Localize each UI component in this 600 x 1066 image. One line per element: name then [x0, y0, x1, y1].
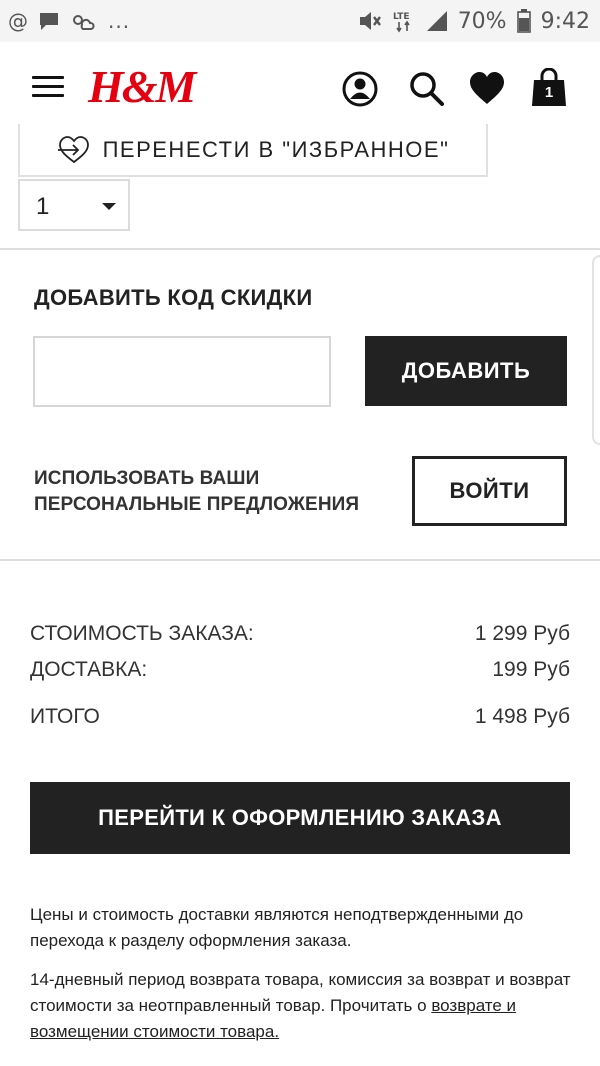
- delivery-value: 199 Руб: [492, 658, 570, 681]
- delivery-label: ДОСТАВКА:: [30, 658, 148, 681]
- account-icon[interactable]: [341, 70, 379, 108]
- status-right: LTE 70% 9:42: [358, 9, 590, 34]
- hm-logo[interactable]: H&M: [88, 60, 196, 114]
- scroll-edge: [592, 255, 600, 445]
- personal-offers-line-2: ПЕРСОНАЛЬНЫЕ ПРЕДЛОЖЕНИЯ: [34, 494, 360, 515]
- delivery-row: ДОСТАВКА: 199 Руб: [30, 658, 570, 682]
- clock: 9:42: [540, 8, 590, 34]
- battery-icon: [516, 9, 531, 33]
- lte-icon: LTE: [393, 12, 410, 33]
- divider: [0, 559, 600, 561]
- favorites-heart-icon[interactable]: [468, 70, 506, 108]
- chevron-down-icon: [102, 203, 116, 210]
- personal-offers-line-1: ИСПОЛЬЗОВАТЬ ВАШИ: [34, 468, 260, 489]
- at-icon: @: [8, 9, 28, 33]
- order-cost-row: СТОИМОСТЬ ЗАКАЗА: 1 299 Руб: [30, 622, 570, 646]
- chat-icon: [40, 13, 58, 30]
- hamburger-menu-icon[interactable]: [32, 76, 64, 100]
- move-to-favorites-label: ПЕРЕНЕСТИ В "ИЗБРАННОЕ": [102, 136, 450, 162]
- price-disclaimer: Цены и стоимость доставки являются непод…: [30, 905, 524, 950]
- checkout-button[interactable]: ПЕРЕЙТИ К ОФОРМЛЕНИЮ ЗАКАЗА: [30, 782, 570, 854]
- mute-icon: [359, 12, 381, 30]
- move-to-favorites-button[interactable]: ПЕРЕНЕСТИ В "ИЗБРАННОЕ": [18, 124, 488, 177]
- order-cost-label: СТОИМОСТЬ ЗАКАЗА:: [30, 622, 254, 645]
- order-cost-value: 1 299 Руб: [474, 622, 570, 645]
- status-left: @ ...: [8, 11, 130, 31]
- login-button[interactable]: ВОЙТИ: [412, 456, 567, 526]
- heart-arrow-icon: [57, 135, 89, 163]
- shopping-bag-button[interactable]: 1: [530, 67, 568, 108]
- discount-code-input[interactable]: [33, 336, 331, 407]
- divider: [0, 248, 600, 250]
- signal-icon: [426, 11, 447, 31]
- search-icon[interactable]: [408, 70, 446, 108]
- lte-label: LTE: [393, 12, 410, 22]
- total-label: ИТОГО: [30, 705, 100, 728]
- returns-note: 14-дневный период возврата товара, комис…: [30, 967, 575, 1045]
- personal-offers-text: ИСПОЛЬЗОВАТЬ ВАШИ ПЕРСОНАЛЬНЫЕ ПРЕДЛОЖЕН…: [34, 466, 394, 518]
- weather-icon: [73, 15, 95, 30]
- battery-level: 70%: [457, 8, 507, 34]
- total-row: ИТОГО 1 498 Руб: [30, 705, 570, 729]
- add-discount-button[interactable]: ДОБАВИТЬ: [365, 336, 567, 406]
- quantity-value: 1: [36, 193, 50, 220]
- site-header: H&M 1: [0, 42, 600, 134]
- status-bar: @ ... LTE 70% 9:42: [0, 0, 600, 42]
- discount-title: ДОБАВИТЬ КОД СКИДКИ: [34, 285, 313, 310]
- quantity-select[interactable]: 1: [18, 179, 130, 231]
- bag-count-badge: 1: [544, 84, 554, 101]
- total-value: 1 498 Руб: [474, 705, 570, 728]
- status-more: ...: [108, 9, 131, 33]
